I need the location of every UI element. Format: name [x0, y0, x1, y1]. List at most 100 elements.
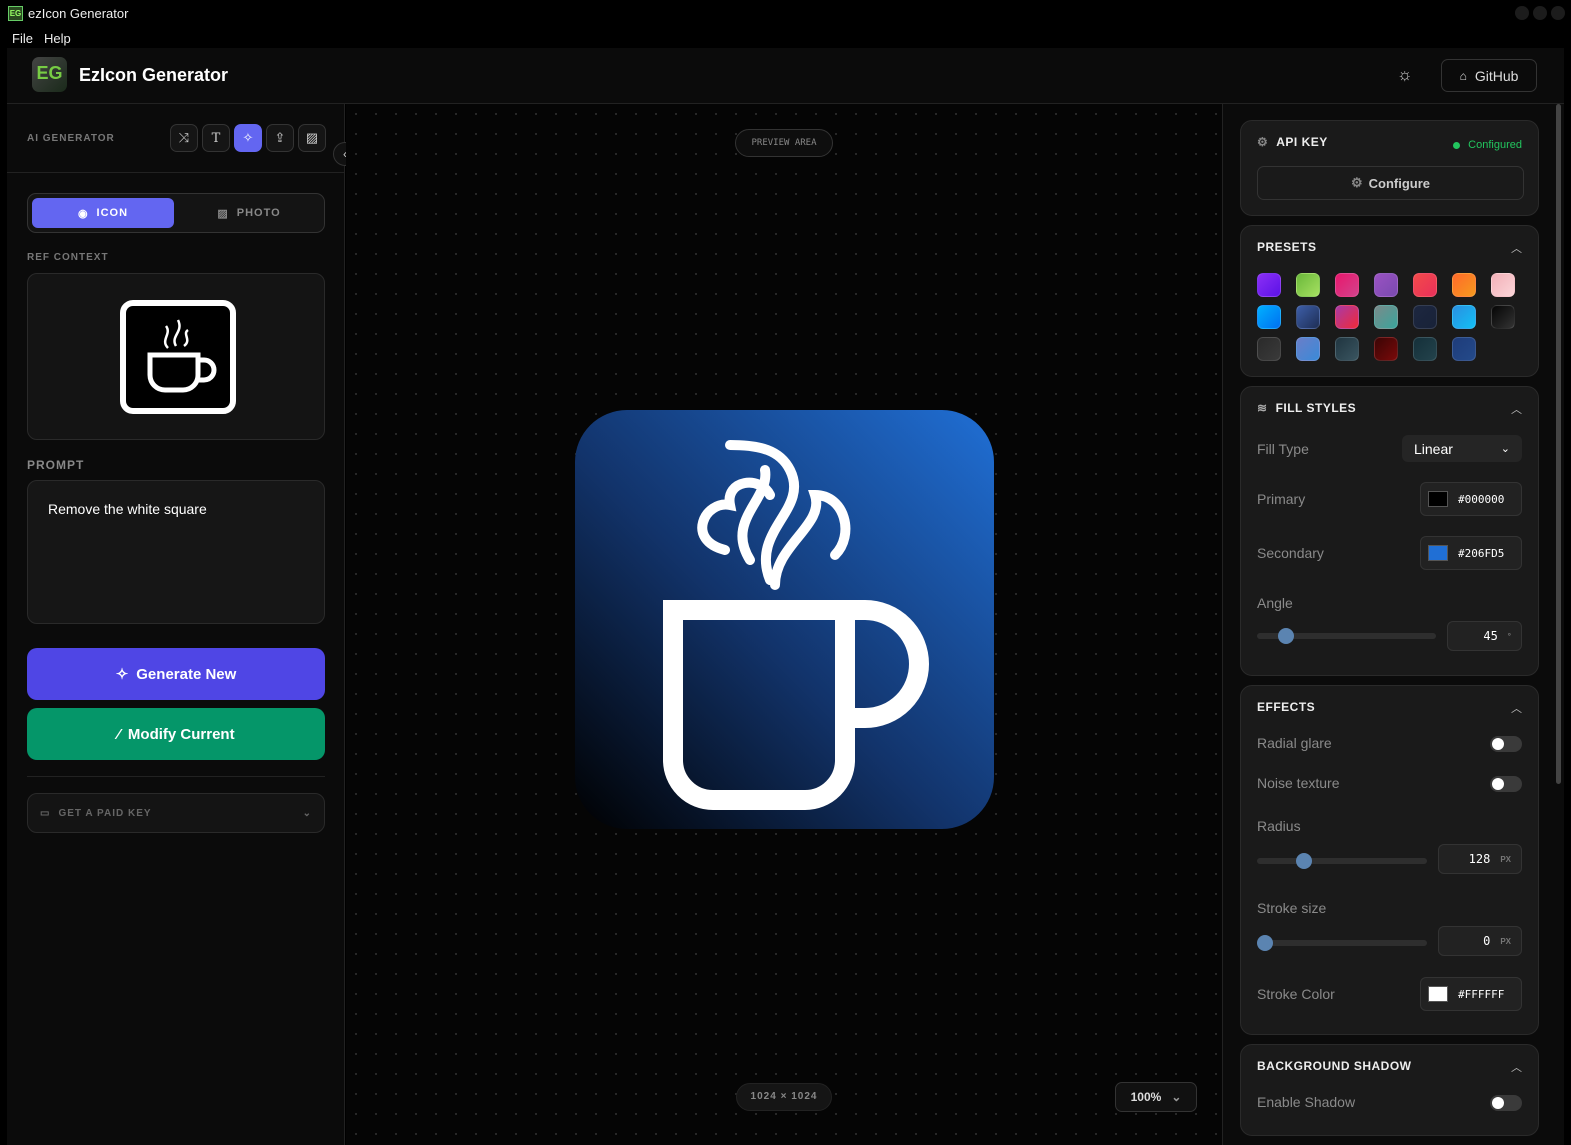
background-shadow-card: BACKGROUND SHADOW ︿ Enable Shadow [1240, 1044, 1539, 1136]
menu-bar: File Help [0, 26, 1571, 48]
github-button[interactable]: ⌂ GitHub [1441, 59, 1537, 92]
close-button[interactable] [1551, 6, 1565, 20]
shuffle-icon[interactable]: ⤨ [170, 124, 198, 152]
preset-swatch-4[interactable] [1374, 273, 1398, 297]
presets-card: PRESETS ︿ [1240, 225, 1539, 377]
preset-swatch-14[interactable] [1491, 305, 1515, 329]
github-label: GitHub [1474, 67, 1519, 84]
enable-shadow-toggle[interactable] [1490, 1095, 1522, 1111]
theme-toggle-sun-icon[interactable]: ☼ [1397, 65, 1413, 85]
app-icon: EG [8, 6, 23, 21]
preset-swatch-16[interactable] [1296, 337, 1320, 361]
section-label: AI GENERATOR [27, 133, 115, 144]
layers-icon: ≋ [1257, 401, 1268, 415]
sparkles-icon[interactable]: ✧ [234, 124, 262, 152]
secondary-swatch [1428, 545, 1448, 561]
modify-current-button[interactable]: ⁄ Modify Current [27, 708, 325, 760]
stroke-size-value: 0 [1483, 934, 1491, 948]
api-key-title: API KEY [1276, 135, 1328, 149]
enable-shadow-label: Enable Shadow [1257, 1094, 1356, 1110]
stroke-color-swatch [1428, 986, 1448, 1002]
fill-styles-title: FILL STYLES [1275, 401, 1357, 415]
preset-swatch-11[interactable] [1374, 305, 1398, 329]
effects-card: EFFECTS ︿ Radial glare Noise texture Rad… [1240, 685, 1539, 1035]
tab-photo[interactable]: ▨ PHOTO [178, 198, 320, 228]
angle-slider[interactable] [1257, 628, 1436, 644]
preset-swatch-13[interactable] [1452, 305, 1476, 329]
chevron-up-icon[interactable]: ︿ [1511, 401, 1522, 417]
radius-input[interactable]: 128 PX [1438, 844, 1522, 874]
coffee-cup-icon [663, 440, 929, 810]
preset-swatch-20[interactable] [1452, 337, 1476, 361]
palette-icon: ◉ [77, 207, 89, 220]
menu-help[interactable]: Help [44, 31, 71, 46]
chevron-up-icon[interactable]: ︿ [1511, 1059, 1522, 1075]
radius-unit: PX [1500, 854, 1511, 864]
ref-context-label: REF CONTEXT [27, 252, 109, 263]
api-key-status: Configured [1453, 139, 1522, 151]
stroke-size-slider-thumb[interactable] [1257, 935, 1273, 951]
stroke-size-input[interactable]: 0 PX [1438, 926, 1522, 956]
fill-type-value: Linear [1414, 440, 1453, 457]
ref-context-image[interactable] [27, 273, 325, 440]
get-paid-key-dropdown[interactable]: ▭ GET A PAID KEY ⌄ [27, 793, 325, 833]
configure-button[interactable]: ⚙ Configure [1257, 166, 1524, 200]
tab-photo-label: PHOTO [236, 207, 281, 219]
primary-color-picker[interactable]: #000000 [1420, 482, 1522, 516]
chevron-down-icon: ⌄ [1500, 443, 1510, 455]
preset-swatch-10[interactable] [1335, 305, 1359, 329]
preset-swatch-12[interactable] [1413, 305, 1437, 329]
window-title: ezIcon Generator [28, 6, 129, 21]
noise-texture-toggle[interactable] [1490, 776, 1522, 792]
stroke-size-slider[interactable] [1257, 935, 1427, 951]
preset-swatch-1[interactable] [1257, 273, 1281, 297]
preset-swatch-17[interactable] [1335, 337, 1359, 361]
preset-swatch-5[interactable] [1413, 273, 1437, 297]
effects-title: EFFECTS [1257, 700, 1316, 714]
app-name: EzIcon Generator [79, 65, 229, 85]
scrollbar[interactable] [1556, 104, 1561, 784]
stroke-color-label: Stroke Color [1257, 986, 1335, 1002]
preview-canvas[interactable]: PREVIEW AREA 1024 × 1024 100% ⌄ [346, 104, 1222, 1145]
status-dot-icon [1453, 141, 1461, 149]
credit-card-icon: ▭ [40, 807, 51, 819]
background-shadow-title: BACKGROUND SHADOW [1257, 1059, 1412, 1073]
maximize-button[interactable] [1533, 6, 1547, 20]
tab-icon[interactable]: ◉ ICON [32, 198, 174, 228]
upload-icon[interactable]: ⇪ [266, 124, 294, 152]
modify-current-label: Modify Current [127, 725, 235, 743]
menu-file[interactable]: File [12, 31, 33, 46]
preset-swatch-19[interactable] [1413, 337, 1437, 361]
preset-swatch-15[interactable] [1257, 337, 1281, 361]
preset-swatch-7[interactable] [1491, 273, 1515, 297]
icon-preview [575, 410, 994, 829]
radial-glare-toggle[interactable] [1490, 736, 1522, 752]
stroke-size-label: Stroke size [1257, 900, 1327, 916]
text-icon[interactable]: T [202, 124, 230, 152]
preset-swatch-2[interactable] [1296, 273, 1320, 297]
chevron-up-icon[interactable]: ︿ [1511, 700, 1522, 716]
preset-swatch-9[interactable] [1296, 305, 1320, 329]
prompt-textarea[interactable]: Remove the white square [27, 480, 325, 624]
stroke-color-picker[interactable]: #FFFFFF [1420, 977, 1522, 1011]
secondary-color-picker[interactable]: #206FD5 [1420, 536, 1522, 570]
preset-swatch-3[interactable] [1335, 273, 1359, 297]
image-icon[interactable]: ▨ [298, 124, 326, 152]
fill-type-select[interactable]: Linear ⌄ [1402, 435, 1522, 462]
angle-input[interactable]: 45 ° [1447, 621, 1522, 651]
radius-slider[interactable] [1257, 853, 1427, 869]
chevron-up-icon[interactable]: ︿ [1511, 240, 1522, 256]
angle-value: 45 [1483, 629, 1498, 643]
prompt-label: PROMPT [27, 458, 85, 472]
preset-swatch-6[interactable] [1452, 273, 1476, 297]
radius-slider-thumb[interactable] [1296, 853, 1312, 869]
stroke-size-unit: PX [1500, 936, 1511, 946]
preset-swatch-8[interactable] [1257, 305, 1281, 329]
minimize-button[interactable] [1515, 6, 1529, 20]
generate-new-label: Generate New [136, 665, 237, 683]
generate-new-button[interactable]: ✧ Generate New [27, 648, 325, 700]
noise-texture-label: Noise texture [1257, 775, 1340, 791]
preset-swatch-18[interactable] [1374, 337, 1398, 361]
angle-slider-thumb[interactable] [1278, 628, 1294, 644]
zoom-dropdown[interactable]: 100% ⌄ [1115, 1082, 1197, 1112]
